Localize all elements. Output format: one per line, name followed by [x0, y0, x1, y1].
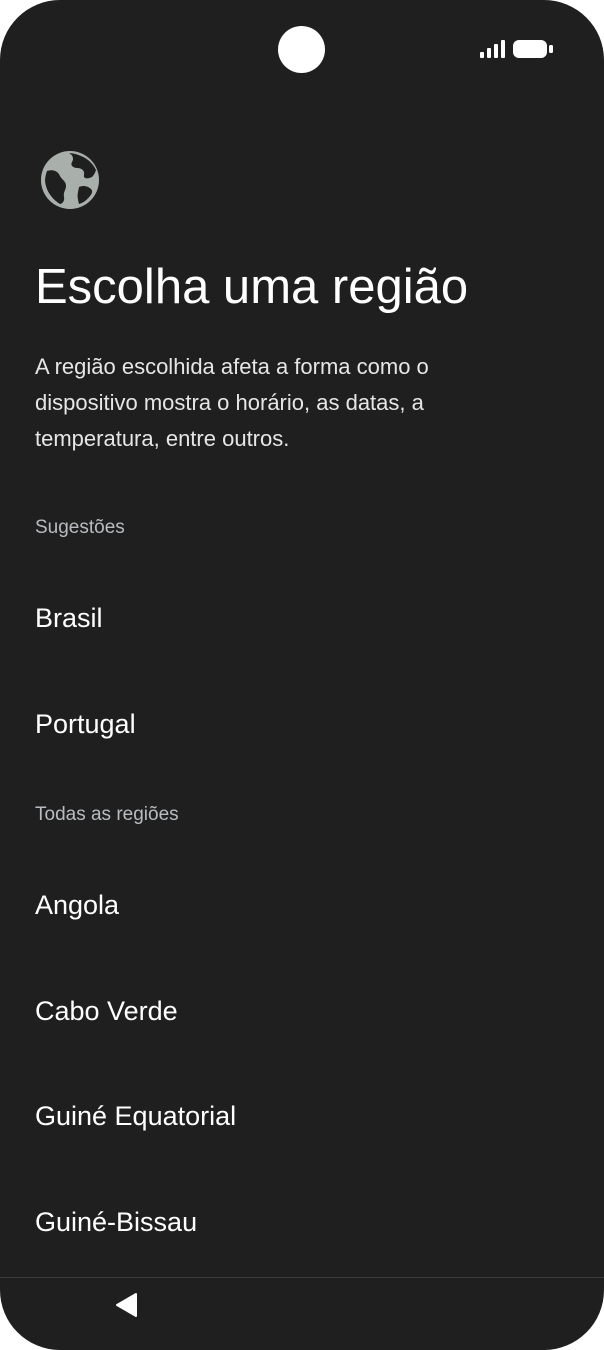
back-triangle-icon: [116, 1293, 137, 1317]
region-item-portugal[interactable]: Portugal: [0, 679, 604, 769]
region-item-angola[interactable]: Angola: [0, 860, 604, 950]
status-bar: [0, 0, 604, 90]
all-regions-header: Todas as regiões: [35, 804, 179, 825]
region-label: Portugal: [35, 709, 136, 739]
navigation-bar: [0, 1278, 604, 1350]
region-label: Brasil: [35, 603, 103, 633]
globe-icon: [41, 151, 99, 209]
page-title: Escolha uma região: [35, 260, 469, 314]
suggestions-header: Sugestões: [35, 517, 125, 538]
region-label: Guiné Equatorial: [35, 1101, 237, 1131]
battery-icon: [513, 40, 553, 58]
page-description: A região escolhida afeta a forma como o …: [35, 354, 429, 451]
region-label: Cabo Verde: [35, 996, 178, 1026]
region-label: Guiné-Bissau: [35, 1207, 198, 1237]
region-item-brasil[interactable]: Brasil: [0, 573, 604, 663]
region-item-guine-equatorial[interactable]: Guiné Equatorial: [0, 1071, 604, 1161]
region-item-guine-bissau[interactable]: Guiné-Bissau: [0, 1177, 604, 1267]
region-label: Angola: [35, 890, 120, 920]
phone-screen: Escolha uma região A região escolhida af…: [0, 0, 604, 1350]
back-button[interactable]: [100, 1282, 152, 1330]
region-item-cabo-verde[interactable]: Cabo Verde: [0, 966, 604, 1056]
cellular-signal-icon: [480, 40, 505, 58]
front-camera: [278, 26, 325, 73]
